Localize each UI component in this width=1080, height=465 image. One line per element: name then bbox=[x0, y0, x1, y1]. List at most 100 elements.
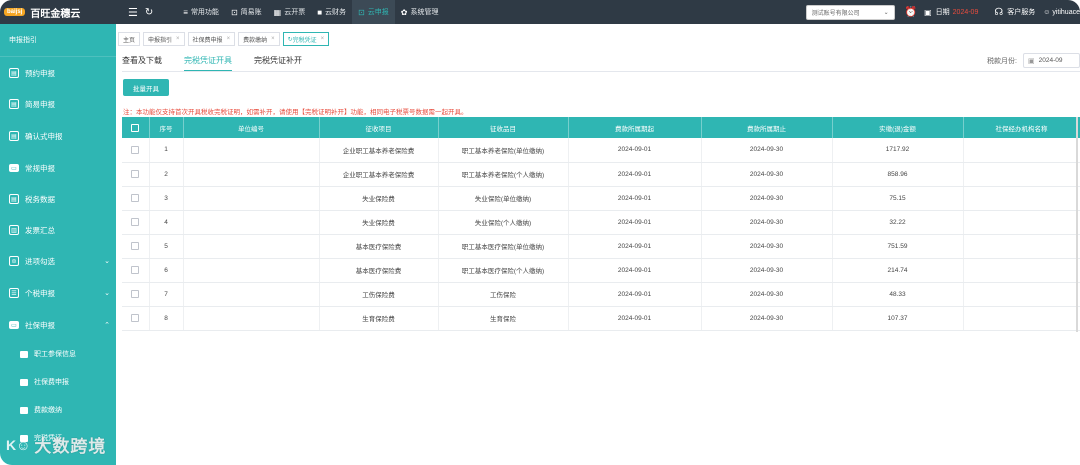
row-checkbox[interactable] bbox=[122, 258, 150, 283]
nav-icon: ▦ bbox=[273, 7, 282, 17]
scrollbar[interactable] bbox=[1076, 117, 1078, 332]
sidebar-subitem[interactable]: 职工参保信息 bbox=[0, 341, 116, 367]
table-cell bbox=[963, 258, 1080, 283]
sidebar-subitem[interactable]: 社保费申报 bbox=[0, 369, 116, 395]
nav-item-0[interactable]: ≡ 常用功能 bbox=[177, 0, 225, 24]
table-cell: 107.37 bbox=[832, 306, 964, 331]
row-checkbox[interactable] bbox=[122, 234, 150, 259]
tax-certificate-table: 序号 单位编号 征收项目 征收品目 费款所属期起 费款所属期止 实缴(退)金额 社保经办机构名… bbox=[122, 117, 1080, 331]
sidebar-item[interactable]: ▤ 确认式申报 bbox=[0, 120, 116, 152]
table-cell: 2024-09-30 bbox=[701, 162, 833, 187]
top-right-tools: 测试账号有限公司 ⌄ ⏰ ▣ 日期 2024-09 ☊ 客户服务 ☺ yitih… bbox=[805, 0, 1080, 24]
table-cell: 32.22 bbox=[832, 210, 964, 235]
row-checkbox[interactable] bbox=[122, 186, 150, 211]
watermark: K☺ 大数跨境 bbox=[6, 432, 106, 457]
user-menu[interactable]: ☺ yitihuace bbox=[1043, 9, 1080, 16]
nav-item-2[interactable]: ▦ 云开票 bbox=[268, 0, 312, 24]
date-label: 日期 bbox=[935, 9, 950, 16]
nav-icon: ⊡ bbox=[230, 7, 238, 17]
row-checkbox[interactable] bbox=[122, 282, 150, 307]
sidebar-item[interactable]: ▤ 简易申报 bbox=[0, 88, 116, 120]
doc-icon: ▤ bbox=[9, 131, 19, 141]
table-cell bbox=[963, 186, 1080, 211]
row-checkbox[interactable] bbox=[122, 162, 150, 187]
sidebar-header[interactable]: 申报指引 bbox=[0, 24, 116, 57]
column-header: 费款所属期起 bbox=[568, 117, 702, 138]
close-icon[interactable]: × bbox=[176, 36, 180, 42]
sidebar-item[interactable]: ▭ 社保申报 ⌃ bbox=[0, 309, 116, 341]
table-cell: 工伤保险 bbox=[438, 282, 569, 307]
batch-issue-button[interactable]: 批量开具 bbox=[123, 79, 169, 96]
nav-item-1[interactable]: ⊡ 简易账 bbox=[225, 0, 268, 24]
monitor-icon: ▭ bbox=[9, 321, 19, 329]
customer-service-link[interactable]: 客户服务 bbox=[1007, 7, 1035, 17]
menu-toggle-icon[interactable]: ☰ bbox=[128, 6, 138, 19]
breadcrumb-label: 社保费申报 bbox=[192, 37, 223, 44]
user-name: yitihuace bbox=[1052, 8, 1080, 16]
sidebar-item[interactable]: ▤ 税务数据 bbox=[0, 183, 116, 215]
monitor-icon bbox=[20, 378, 28, 386]
close-icon[interactable]: × bbox=[227, 36, 231, 42]
nav-label: 云申报 bbox=[367, 9, 389, 16]
column-header: 序号 bbox=[149, 117, 184, 138]
table-cell: 1 bbox=[149, 138, 184, 163]
sidebar-item-label: 预约申报 bbox=[25, 68, 55, 78]
row-checkbox[interactable] bbox=[122, 210, 150, 235]
period-input[interactable]: ▣ 2024-09 bbox=[1023, 53, 1080, 68]
table-cell bbox=[963, 138, 1080, 163]
table-cell: 2024-09-01 bbox=[568, 210, 702, 235]
table-cell bbox=[183, 282, 320, 307]
top-bar: baijsj 百旺金穗云 ☰ ↻ ≡ 常用功能 ⊡ 简易账 ▦ 云开票 ■ 云财务 ⊡ 云申报 ✿ 系… bbox=[0, 0, 1080, 24]
nav-icon: ⊡ bbox=[358, 7, 365, 17]
breadcrumb-tab[interactable]: 主页 bbox=[118, 32, 141, 46]
sidebar-subitem[interactable]: 费款缴纳 bbox=[0, 397, 116, 423]
breadcrumb-tab[interactable]: 费款缴纳 × bbox=[238, 32, 280, 46]
sub-tab[interactable]: 完税凭证开具 bbox=[184, 55, 232, 71]
chart-icon: ▥ bbox=[9, 225, 19, 235]
sidebar-item[interactable]: ▭ 常规申报 bbox=[0, 152, 116, 184]
table-cell: 职工基本医疗保险(个人缴纳) bbox=[438, 258, 569, 283]
breadcrumb-tab[interactable]: 社保费申报 × bbox=[187, 32, 236, 46]
nav-item-5[interactable]: ✿ 系统管理 bbox=[395, 0, 445, 24]
sub-tab[interactable]: 完税凭证补开 bbox=[254, 55, 302, 71]
sub-tab[interactable]: 查看及下载 bbox=[122, 55, 162, 71]
headset-icon[interactable]: ☊ bbox=[994, 7, 1003, 18]
table-cell bbox=[183, 210, 320, 235]
close-icon[interactable]: × bbox=[321, 36, 325, 42]
breadcrumb-label: 主页 bbox=[123, 37, 136, 44]
table-cell: 生育保险费 bbox=[319, 306, 439, 331]
sidebar-item-label: 确认式申报 bbox=[25, 131, 63, 141]
table-cell: 基本医疗保险费 bbox=[319, 258, 439, 283]
select-all-checkbox[interactable] bbox=[122, 117, 150, 138]
table-cell: 5 bbox=[149, 234, 184, 259]
sidebar-item-label: 税务数据 bbox=[25, 194, 55, 204]
table-cell bbox=[963, 282, 1080, 307]
table-row: 5 基本医疗保险费 职工基本医疗保险(单位缴纳) 2024-09-01 2024-09-… bbox=[122, 234, 1080, 259]
logo-badge: baijsj bbox=[4, 8, 26, 16]
alarm-clock-icon[interactable]: ⏰ bbox=[905, 7, 917, 18]
table-cell: 2024-09-30 bbox=[701, 138, 833, 163]
table-cell: 工伤保险费 bbox=[319, 282, 439, 307]
watermark-logo-icon: K☺ bbox=[6, 436, 31, 453]
breadcrumb-tabs: 主页 申报指引 × 社保费申报 × 费款缴纳 × ↻ 完税凭证 × bbox=[118, 32, 332, 46]
notice-text: 注：本功能仅支持首次开具税收完税证明，如需补开，请使用【完税证明补开】功能，相同… bbox=[123, 109, 468, 116]
table-cell: 失业保险(单位缴纳) bbox=[438, 186, 569, 211]
nav-item-4[interactable]: ⊡ 云申报 bbox=[352, 0, 395, 24]
sidebar-item[interactable]: ☰ 个税申报 ⌄ bbox=[0, 277, 116, 309]
close-icon[interactable]: × bbox=[271, 36, 275, 42]
sidebar-item[interactable]: ▤ 预约申报 bbox=[0, 57, 116, 89]
sidebar-item[interactable]: ⊜ 进项勾选 ⌄ bbox=[0, 245, 116, 277]
column-header: 费款所属期止 bbox=[701, 117, 833, 138]
column-header: 实缴(退)金额 bbox=[832, 117, 964, 138]
row-checkbox[interactable] bbox=[122, 306, 150, 331]
breadcrumb-tab[interactable]: ↻ 完税凭证 × bbox=[282, 32, 330, 46]
refresh-icon[interactable]: ↻ bbox=[145, 7, 153, 18]
breadcrumb-tab[interactable]: 申报指引 × bbox=[143, 32, 185, 46]
nav-item-3[interactable]: ■ 云财务 bbox=[311, 0, 352, 24]
sidebar-item[interactable]: ▥ 发票汇总 bbox=[0, 214, 116, 246]
checkbox-icon bbox=[131, 194, 140, 202]
sub-tabs: 查看及下载 完税凭证开具 完税凭证补开 bbox=[122, 55, 324, 71]
table-cell: 2024-09-01 bbox=[568, 282, 702, 307]
company-select[interactable]: 测试账号有限公司 ⌄ bbox=[805, 4, 895, 20]
row-checkbox[interactable] bbox=[122, 138, 150, 163]
